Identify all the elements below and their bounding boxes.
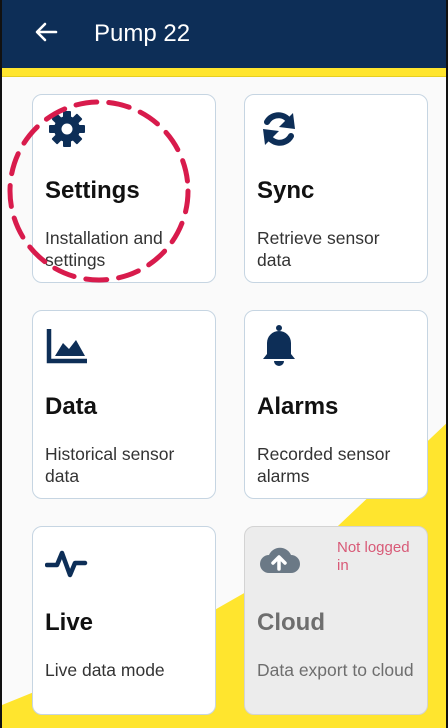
sync-icon <box>263 112 295 146</box>
login-status-note: Not logged in <box>337 539 410 574</box>
live-title: Live <box>45 609 94 636</box>
app-screen: Pump 22 Settings Installation and settin… <box>0 0 448 728</box>
alarms-subtitle: Recorded sensor alarms <box>257 444 391 486</box>
live-card[interactable]: Live Live data mode <box>32 526 216 715</box>
app-bar: Pump 22 <box>2 0 446 68</box>
cloud-card[interactable]: Not logged in Cloud Data export to cloud <box>244 526 428 715</box>
alarms-title: Alarms <box>257 393 339 420</box>
settings-subtitle: Installation and settings <box>45 228 163 270</box>
data-title: Data <box>45 393 98 420</box>
cloud-upload-icon <box>260 547 300 573</box>
data-card[interactable]: Data Historical sensor data <box>32 310 216 499</box>
alarms-card[interactable]: Alarms Recorded sensor alarms <box>244 310 428 499</box>
cloud-subtitle: Data export to cloud <box>257 660 414 680</box>
settings-card[interactable]: Settings Installation and settings <box>32 94 216 283</box>
page-title: Pump 22 <box>94 20 191 47</box>
pulse-icon <box>45 550 88 578</box>
area-chart-icon <box>46 329 87 364</box>
sync-title: Sync <box>257 177 315 204</box>
gear-icon <box>49 111 85 147</box>
settings-title: Settings <box>45 177 140 204</box>
data-subtitle: Historical sensor data <box>45 444 175 486</box>
live-subtitle: Live data mode <box>45 660 165 680</box>
sync-card[interactable]: Sync Retrieve sensor data <box>244 94 428 283</box>
cloud-title: Cloud <box>257 609 325 636</box>
bell-icon <box>263 325 295 366</box>
sync-subtitle: Retrieve sensor data <box>257 228 380 270</box>
header-accent-strip <box>2 68 446 77</box>
arrow-left-icon[interactable] <box>30 16 62 48</box>
